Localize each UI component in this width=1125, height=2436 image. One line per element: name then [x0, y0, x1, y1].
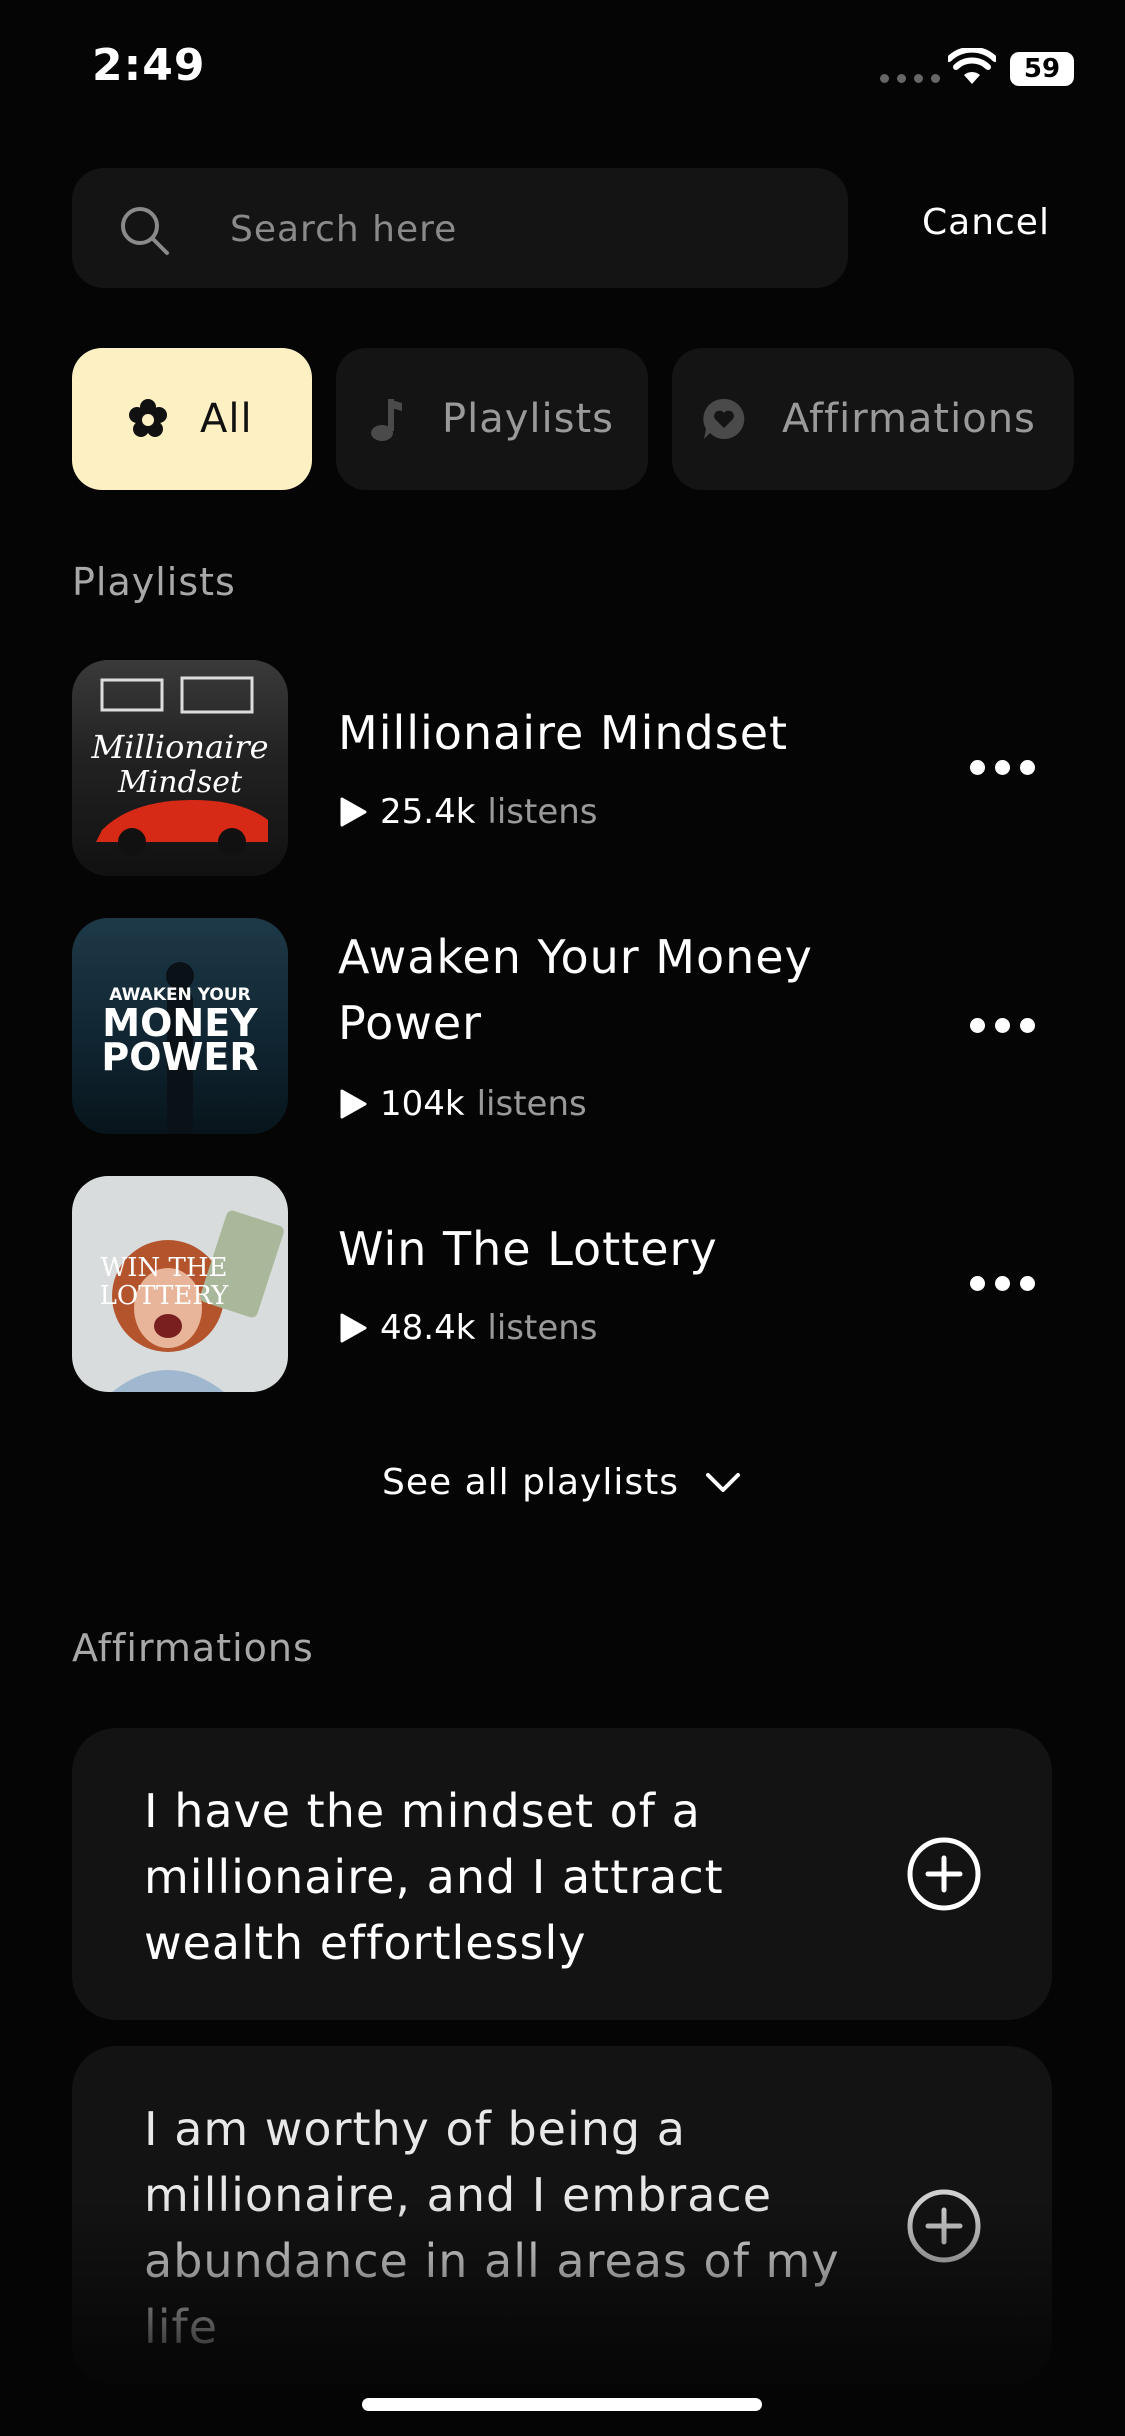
filter-chip-label: Playlists: [442, 396, 615, 442]
listens-count: 104k: [380, 1084, 465, 1124]
play-icon: [340, 1089, 367, 1119]
filter-chip-affirmations[interactable]: Affirmations: [672, 348, 1074, 490]
svg-text:WIN THE: WIN THE: [100, 1253, 227, 1283]
chat-heart-icon: [703, 398, 745, 439]
filter-chip-all[interactable]: All: [72, 348, 312, 490]
signal-icon: [880, 74, 940, 83]
more-options-button[interactable]: [970, 752, 1040, 782]
see-all-playlists-button[interactable]: See all playlists: [382, 1462, 741, 1503]
battery-indicator: 59: [1010, 52, 1074, 86]
listens-count: 25.4k: [380, 792, 476, 832]
playlist-title[interactable]: Win The Lottery: [338, 1216, 898, 1282]
more-options-button[interactable]: [970, 1010, 1040, 1040]
more-options-button[interactable]: [970, 1268, 1040, 1298]
affirmation-text: I have the mindset of a millionaire, and…: [144, 1784, 724, 1970]
listens-label: listens: [487, 792, 598, 832]
filter-chip-label: Affirmations: [782, 396, 1036, 442]
svg-text:Millionaire: Millionaire: [90, 728, 268, 766]
filter-chip-playlists[interactable]: Playlists: [336, 348, 648, 490]
cover-big-text: POWER: [101, 1035, 258, 1079]
affirmations-section-title: Affirmations: [72, 1626, 314, 1670]
playlist-listens: 104k listens: [338, 1084, 587, 1124]
playlists-section-title: Playlists: [72, 560, 236, 604]
status-time: 2:49: [92, 40, 206, 91]
music-note-icon: [371, 399, 402, 441]
cancel-button[interactable]: Cancel: [922, 202, 1050, 243]
filter-chip-label: All: [200, 396, 253, 442]
play-icon: [340, 797, 367, 827]
search-input[interactable]: [228, 200, 792, 258]
listens-label: listens: [487, 1308, 598, 1348]
playlist-listens: 48.4k listens: [338, 1308, 598, 1348]
home-indicator[interactable]: [362, 2398, 762, 2411]
add-circle-icon[interactable]: [906, 1836, 982, 1912]
listens-label: listens: [476, 1084, 587, 1124]
flower-icon: [129, 399, 167, 437]
wifi-icon: [948, 48, 996, 84]
svg-text:LOTTERY: LOTTERY: [100, 1281, 230, 1311]
playlist-title[interactable]: Millionaire Mindset: [338, 700, 898, 766]
play-icon: [340, 1313, 367, 1343]
chevron-down-icon: [705, 1472, 740, 1492]
playlist-listens: 25.4k listens: [338, 792, 598, 832]
playlist-title[interactable]: Awaken Your Money Power: [338, 924, 898, 1056]
search-icon: [121, 207, 169, 255]
svg-text:Mindset: Mindset: [117, 765, 243, 800]
playlist-cover-awaken-your-money-power[interactable]: AWAKEN YOUR MONEY POWER: [72, 918, 288, 1134]
listens-count: 48.4k: [380, 1308, 476, 1348]
see-all-label: See all playlists: [382, 1462, 679, 1503]
playlist-cover-win-the-lottery[interactable]: WIN THE LOTTERY: [72, 1176, 288, 1392]
playlist-cover-millionaire-mindset[interactable]: Millionaire Mindset: [72, 660, 288, 876]
